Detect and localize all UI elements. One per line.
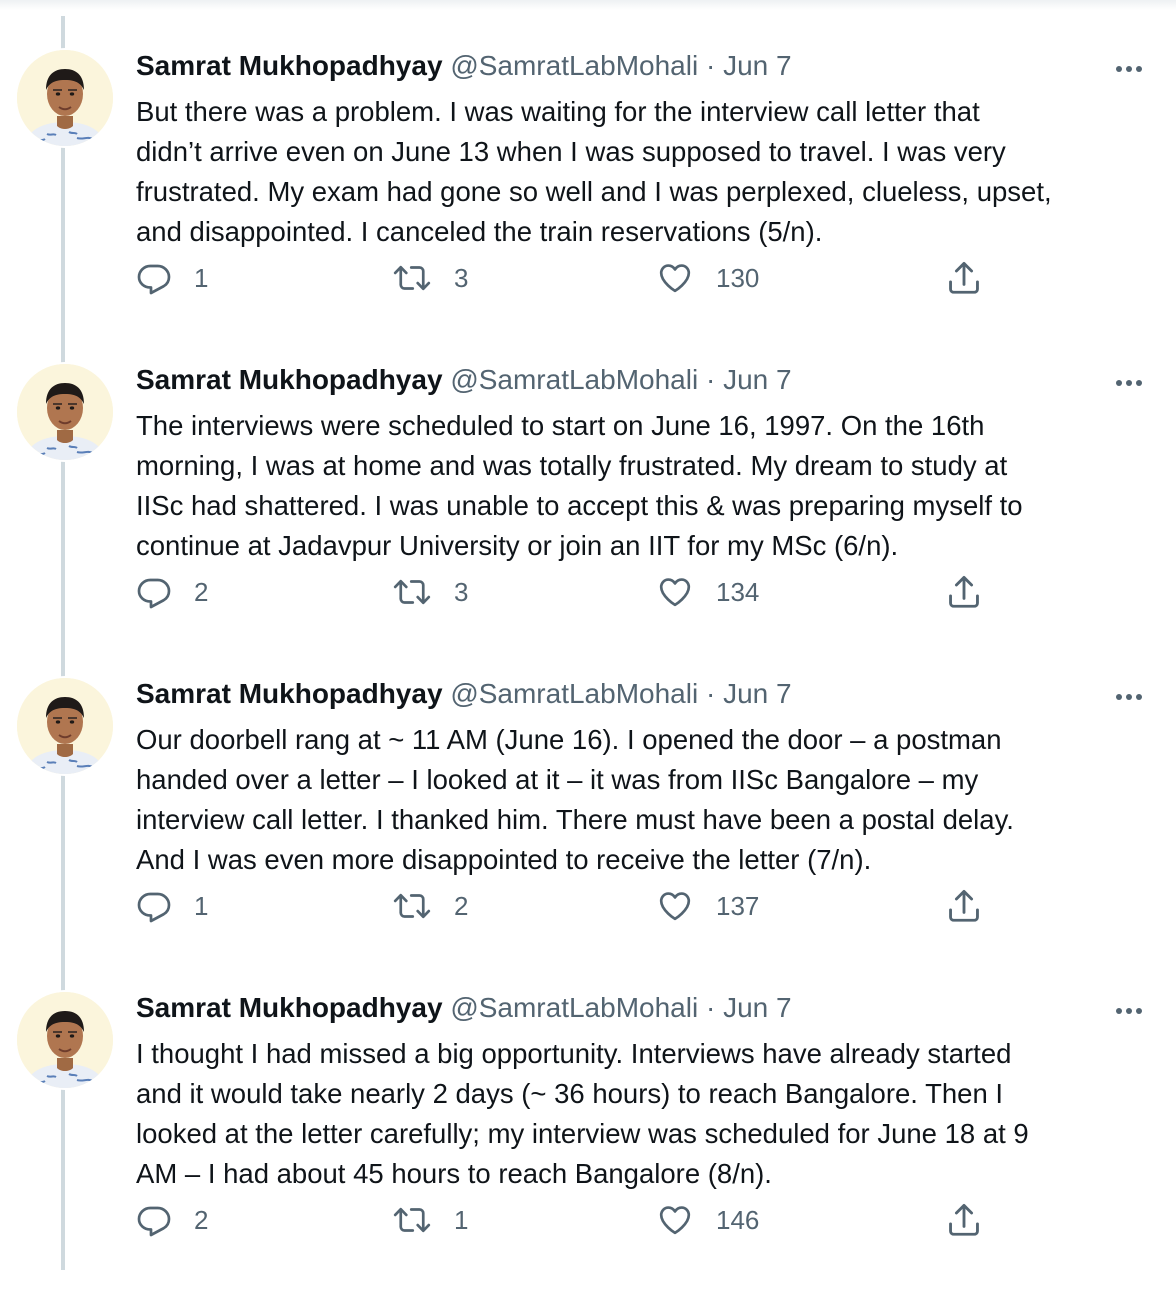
more-options-icon[interactable] [1108, 370, 1150, 396]
tweet-header: Samrat Mukhopadhyay @SamratLabMohali · J… [136, 991, 792, 1025]
reply-button[interactable]: 2 [136, 1200, 208, 1240]
tweet[interactable]: Samrat Mukhopadhyay @SamratLabMohali · J… [0, 362, 1176, 676]
author-handle[interactable]: @SamratLabMohali [450, 992, 698, 1023]
retweet-icon [392, 888, 432, 924]
tweet[interactable]: Samrat Mukhopadhyay @SamratLabMohali · J… [0, 990, 1176, 1304]
share-icon [945, 887, 983, 925]
author-handle[interactable]: @SamratLabMohali [450, 678, 698, 709]
share-button[interactable] [945, 572, 983, 612]
like-button[interactable]: 146 [656, 1200, 759, 1240]
like-count: 146 [716, 1204, 760, 1235]
heart-icon [656, 1202, 694, 1238]
tweet-header: Samrat Mukhopadhyay @SamratLabMohali · J… [136, 49, 792, 83]
like-count: 130 [716, 262, 760, 293]
reply-icon [136, 1202, 172, 1238]
avatar[interactable] [15, 990, 115, 1090]
reply-count: 2 [194, 1204, 209, 1235]
tweet-actions: 2 3 134 [0, 572, 1176, 612]
header-separator: · [705, 364, 716, 395]
reply-icon [136, 574, 172, 610]
like-button[interactable]: 130 [656, 258, 759, 298]
more-options-icon[interactable] [1108, 684, 1150, 710]
reply-icon [136, 260, 172, 296]
retweet-count: 2 [454, 890, 469, 921]
like-button[interactable]: 137 [656, 886, 759, 926]
reply-button[interactable]: 1 [136, 258, 208, 298]
tweet-text: I thought I had missed a big opportunity… [136, 1038, 1029, 1189]
tweet-actions: 1 3 130 [0, 258, 1176, 298]
share-icon [945, 259, 983, 297]
retweet-count: 3 [454, 576, 469, 607]
more-options-icon[interactable] [1108, 998, 1150, 1024]
author-handle[interactable]: @SamratLabMohali [450, 50, 698, 81]
like-count: 134 [716, 576, 760, 607]
retweet-icon [392, 1202, 432, 1238]
tweet-text: Our doorbell rang at ~ 11 AM (June 16). … [136, 724, 1014, 875]
tweet-header: Samrat Mukhopadhyay @SamratLabMohali · J… [136, 363, 792, 397]
reply-count: 2 [194, 576, 209, 607]
retweet-button[interactable]: 3 [392, 258, 468, 298]
avatar[interactable] [15, 362, 115, 462]
tweet[interactable]: Samrat Mukhopadhyay @SamratLabMohali · J… [0, 676, 1176, 990]
tweet[interactable]: Samrat Mukhopadhyay @SamratLabMohali · J… [0, 48, 1176, 362]
share-icon [945, 573, 983, 611]
retweet-button[interactable]: 2 [392, 886, 468, 926]
share-button[interactable] [945, 1200, 983, 1240]
share-button[interactable] [945, 886, 983, 926]
author-name[interactable]: Samrat Mukhopadhyay [136, 50, 443, 81]
retweet-icon [392, 574, 432, 610]
tweet-date[interactable]: Jun 7 [723, 992, 792, 1023]
retweet-button[interactable]: 1 [392, 1200, 468, 1240]
reply-icon [136, 888, 172, 924]
reply-count: 1 [194, 262, 209, 293]
reply-button[interactable]: 1 [136, 886, 208, 926]
top-fade [0, 0, 1176, 10]
share-icon [945, 1201, 983, 1239]
author-name[interactable]: Samrat Mukhopadhyay [136, 992, 443, 1023]
tweet-actions: 2 1 146 [0, 1200, 1176, 1240]
tweet-date[interactable]: Jun 7 [723, 364, 792, 395]
reply-button[interactable]: 2 [136, 572, 208, 612]
retweet-count: 3 [454, 262, 469, 293]
header-separator: · [705, 50, 716, 81]
author-name[interactable]: Samrat Mukhopadhyay [136, 364, 443, 395]
header-separator: · [705, 678, 716, 709]
heart-icon [656, 260, 694, 296]
heart-icon [656, 888, 694, 924]
retweet-button[interactable]: 3 [392, 572, 468, 612]
tweet-text: But there was a problem. I was waiting f… [136, 96, 1052, 247]
like-count: 137 [716, 890, 760, 921]
tweet-header: Samrat Mukhopadhyay @SamratLabMohali · J… [136, 677, 792, 711]
share-button[interactable] [945, 258, 983, 298]
tweet-date[interactable]: Jun 7 [723, 50, 792, 81]
author-name[interactable]: Samrat Mukhopadhyay [136, 678, 443, 709]
more-options-icon[interactable] [1108, 56, 1150, 82]
author-handle[interactable]: @SamratLabMohali [450, 364, 698, 395]
tweet-date[interactable]: Jun 7 [723, 678, 792, 709]
heart-icon [656, 574, 694, 610]
tweet-actions: 1 2 137 [0, 886, 1176, 926]
tweet-text: The interviews were scheduled to start o… [136, 410, 1023, 561]
retweet-count: 1 [454, 1204, 469, 1235]
avatar[interactable] [15, 48, 115, 148]
retweet-icon [392, 260, 432, 296]
like-button[interactable]: 134 [656, 572, 759, 612]
header-separator: · [705, 992, 716, 1023]
reply-count: 1 [194, 890, 209, 921]
avatar[interactable] [15, 676, 115, 776]
